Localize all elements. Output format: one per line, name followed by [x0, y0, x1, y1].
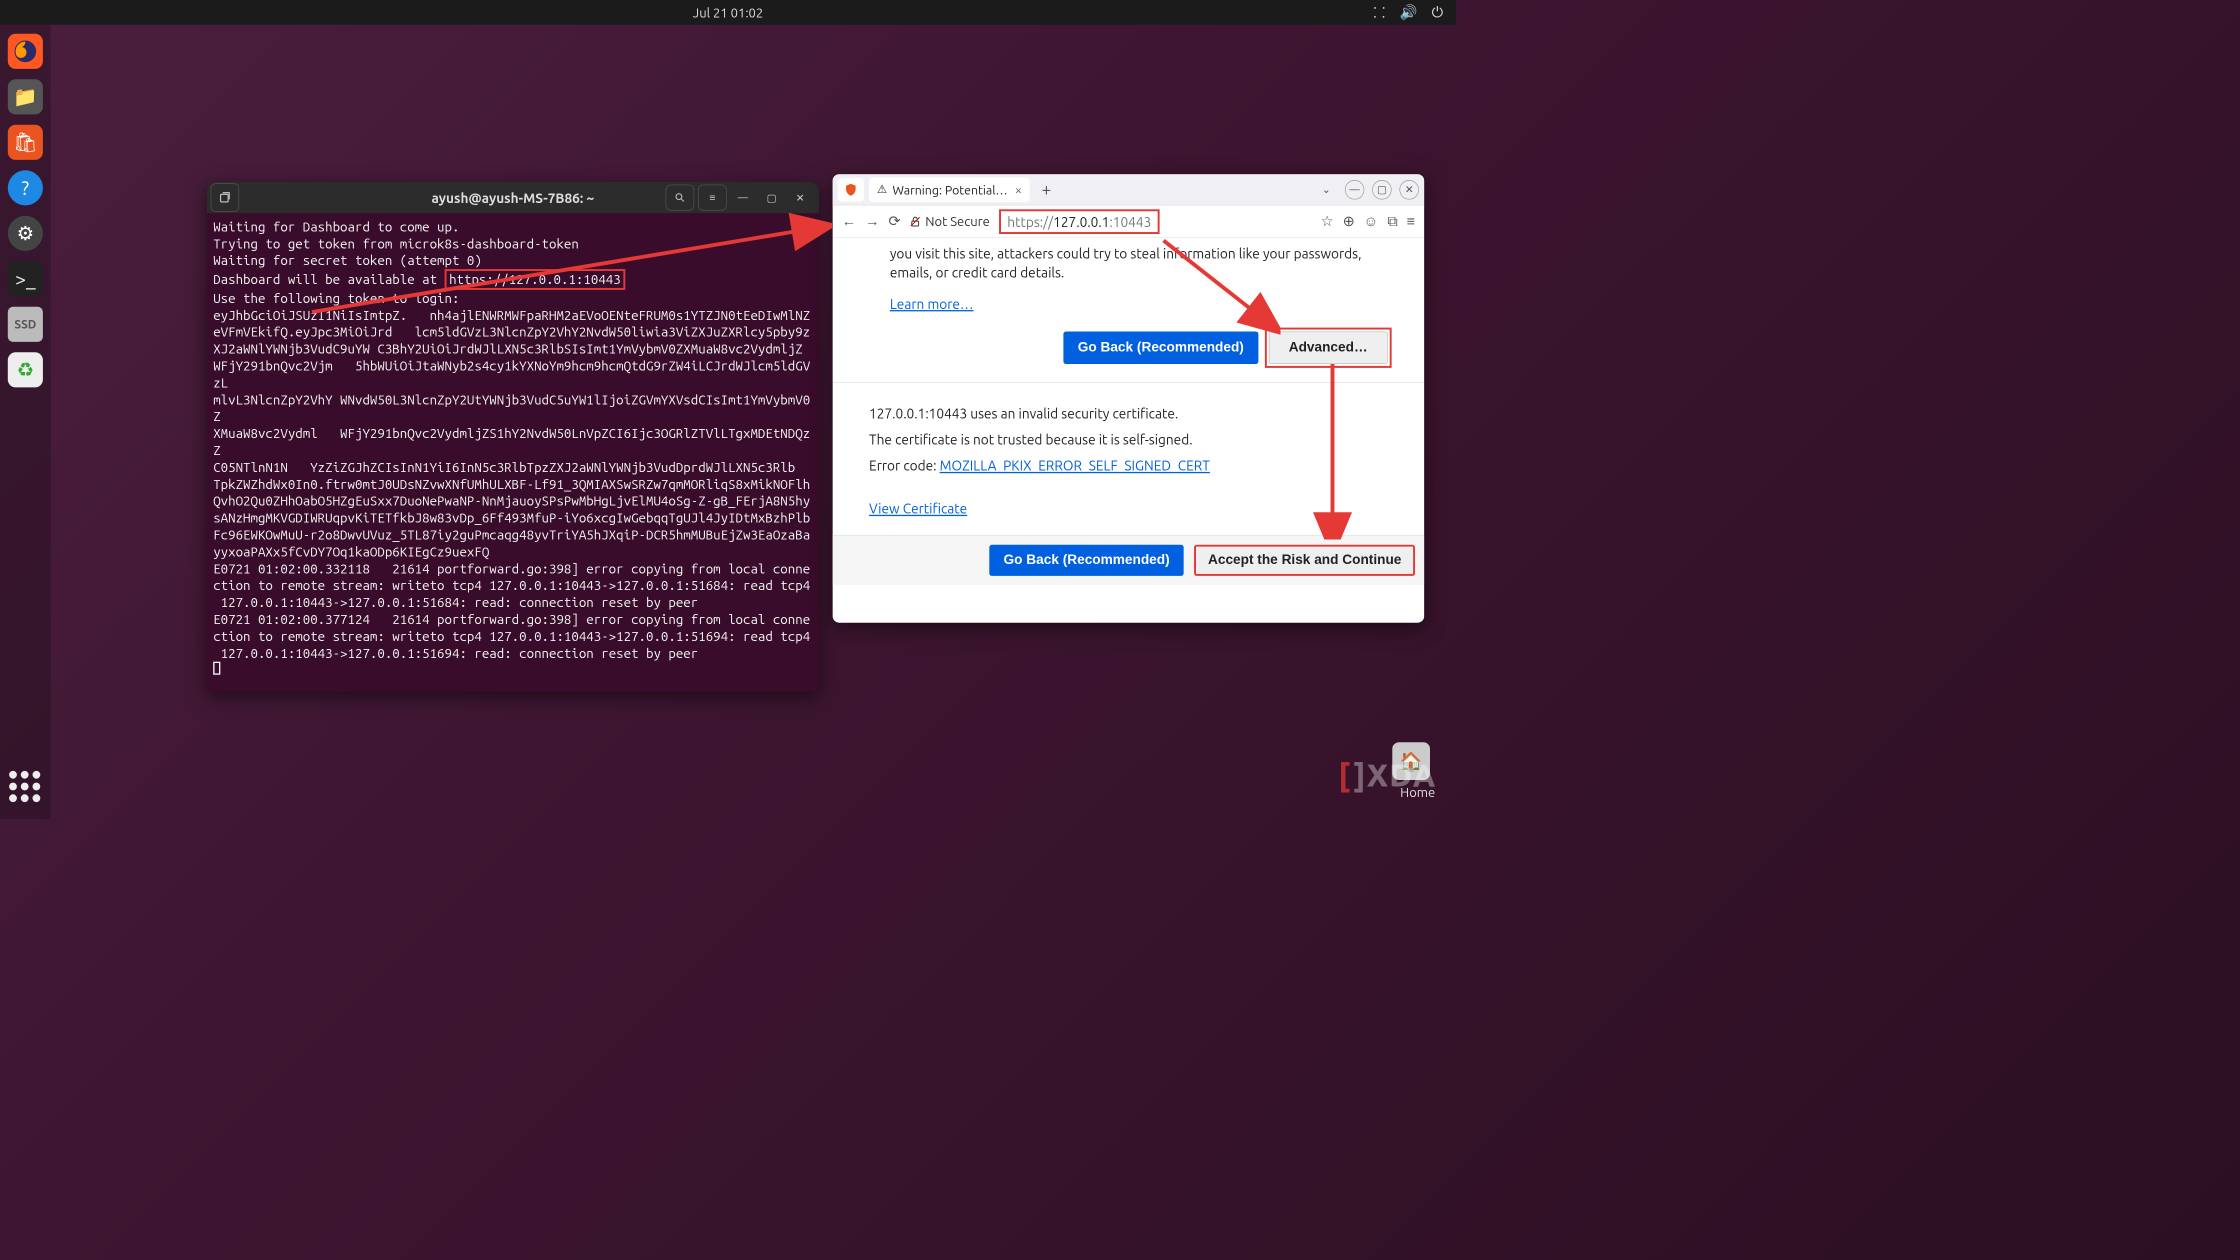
xda-watermark: []XDA	[1338, 758, 1436, 793]
firefox-minimize[interactable]: —	[1345, 180, 1365, 200]
extensions-icon[interactable]: ⧉	[1387, 213, 1397, 230]
show-apps[interactable]	[9, 771, 42, 804]
account-icon[interactable]: ☺	[1364, 213, 1379, 230]
back-icon[interactable]: ←	[842, 213, 856, 230]
firefox-launcher[interactable]	[8, 34, 43, 69]
gnome-top-bar: Jul 21 01:02 ⸬ 🔊 ⏻	[0, 0, 1456, 25]
firefox-tabs-list[interactable]: ⌄	[1315, 183, 1337, 195]
forward-icon[interactable]: →	[865, 213, 879, 230]
url-text: https://127.0.0.1:10443	[1007, 214, 1151, 230]
power-icon[interactable]: ⏻	[1432, 4, 1443, 21]
terminal-text-post: Use the following token to login: eyJhbG…	[213, 291, 810, 661]
terminal-cursor	[213, 662, 220, 675]
firefox-maximize[interactable]: ▢	[1372, 180, 1392, 200]
reload-icon[interactable]: ⟳	[889, 213, 901, 230]
help-launcher[interactable]: ?	[8, 170, 43, 205]
certificate-details: 127.0.0.1:10443 uses an invalid security…	[833, 382, 1424, 534]
accept-risk-row: Go Back (Recommended) Accept the Risk an…	[833, 535, 1424, 585]
warning-icon: ⚠	[877, 183, 887, 197]
terminal-maximize[interactable]: ▢	[759, 187, 784, 209]
security-warning-text: you visit this site, attackers could try…	[833, 238, 1424, 325]
cert-invalid-line: 127.0.0.1:10443 uses an invalid security…	[869, 401, 1388, 427]
dock: 📁 🛍 ? ⚙ >_ SSD ♻	[0, 25, 51, 819]
volume-icon[interactable]: 🔊	[1400, 4, 1418, 21]
firefox-menu-icon[interactable]: ≡	[1407, 213, 1415, 230]
warning-button-row: Go Back (Recommended) Advanced…	[833, 325, 1424, 382]
terminal-menu[interactable]: ≡	[698, 185, 727, 211]
error-code-link[interactable]: MOZILLA_PKIX_ERROR_SELF_SIGNED_CERT	[940, 458, 1210, 474]
disk-launcher[interactable]: SSD	[8, 307, 43, 342]
terminal-minimize[interactable]: —	[731, 187, 756, 209]
terminal-launcher[interactable]: >_	[8, 261, 43, 296]
firefox-close[interactable]: ✕	[1399, 180, 1419, 200]
error-code-label: Error code:	[869, 458, 940, 474]
firefox-nav-bar: ← → ⟳ Not Secure https://127.0.0.1:10443…	[833, 205, 1424, 238]
url-bar[interactable]: https://127.0.0.1:10443	[999, 209, 1160, 234]
view-certificate-link[interactable]: View Certificate	[869, 500, 967, 516]
learn-more-link[interactable]: Learn more…	[890, 296, 974, 312]
firefox-tab-1[interactable]: ⚠ Warning: Potential Secur ×	[869, 177, 1030, 202]
accept-risk-button[interactable]: Accept the Risk and Continue	[1194, 545, 1415, 576]
firefox-new-tab[interactable]: +	[1035, 180, 1058, 199]
firefox-shield-icon[interactable]	[838, 178, 864, 201]
network-icon[interactable]: ⸬	[1373, 3, 1385, 22]
firefox-tab-bar: ⚠ Warning: Potential Secur × + ⌄ — ▢ ✕	[833, 174, 1424, 205]
go-back-button-2[interactable]: Go Back (Recommended)	[989, 545, 1184, 576]
terminal-titlebar: ayush@ayush-MS-7B86: ~ ≡ — ▢ ✕	[207, 182, 819, 213]
software-launcher[interactable]: 🛍	[8, 125, 43, 160]
bookmark-star-icon[interactable]: ☆	[1321, 213, 1334, 230]
clock[interactable]: Jul 21 01:02	[693, 5, 763, 20]
firefox-tab-title: Warning: Potential Secur	[893, 182, 1010, 196]
firefox-page-content: you visit this site, attackers could try…	[833, 238, 1424, 623]
cert-self-signed-line: The certificate is not trusted because i…	[869, 427, 1388, 453]
warning-body: you visit this site, attackers could try…	[890, 244, 1388, 282]
firefox-window: ⚠ Warning: Potential Secur × + ⌄ — ▢ ✕ ←…	[833, 174, 1424, 622]
terminal-search[interactable]	[666, 185, 695, 211]
terminal-window: ayush@ayush-MS-7B86: ~ ≡ — ▢ ✕ Waiting f…	[207, 182, 819, 692]
not-secure-label: Not Secure	[925, 214, 990, 229]
terminal-output[interactable]: Waiting for Dashboard to come up. Trying…	[207, 213, 819, 691]
pocket-icon[interactable]: ⊕	[1343, 213, 1355, 230]
security-indicator[interactable]: Not Secure	[910, 214, 990, 229]
terminal-close[interactable]: ✕	[788, 187, 813, 209]
go-back-button[interactable]: Go Back (Recommended)	[1063, 332, 1258, 365]
tab-close-icon[interactable]: ×	[1015, 182, 1022, 197]
advanced-button[interactable]: Advanced…	[1269, 332, 1388, 365]
trash-launcher[interactable]: ♻	[8, 352, 43, 387]
terminal-dashboard-url: https://127.0.0.1:10443	[445, 269, 626, 290]
files-launcher[interactable]: 📁	[8, 79, 43, 114]
system-tray[interactable]: ⸬ 🔊 ⏻	[1373, 0, 1443, 25]
settings-launcher[interactable]: ⚙	[8, 216, 43, 251]
